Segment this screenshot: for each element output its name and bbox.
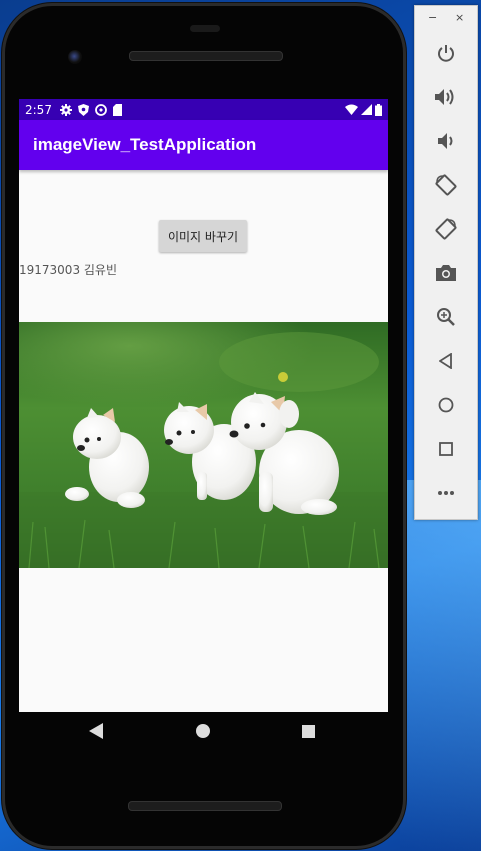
student-id-text: 19173003 김유빈 [19, 263, 118, 277]
zoom-button[interactable] [431, 302, 461, 332]
power-button[interactable] [431, 38, 461, 68]
signal-icon [361, 104, 372, 115]
settings-icon [59, 103, 72, 116]
bottom-speaker [128, 801, 282, 811]
back-button[interactable] [431, 346, 461, 376]
zoom-icon [437, 308, 455, 326]
close-button[interactable]: × [455, 11, 464, 24]
rotate-right-button[interactable] [431, 214, 461, 244]
data-saver-icon [95, 103, 107, 116]
power-icon [438, 45, 454, 62]
overview-button[interactable] [431, 434, 461, 464]
front-camera [68, 50, 82, 64]
home-nav-icon[interactable] [196, 724, 210, 738]
back-icon [439, 353, 452, 369]
status-time: 2:57 [25, 102, 52, 117]
puppy-image [19, 322, 388, 568]
overview-icon [439, 442, 453, 456]
volume-down-icon [438, 133, 453, 149]
sd-card-icon [112, 103, 122, 116]
more-icon [438, 491, 454, 495]
change-image-button[interactable]: 이미지 바꾸기 [159, 220, 247, 252]
rotate-right-icon [435, 218, 457, 240]
device-screen: 2:57 imageView_TestApplication 이미지 바꾸기 1… [19, 99, 388, 712]
back-nav-icon[interactable] [89, 723, 103, 739]
navigation-bar [19, 712, 388, 752]
wifi-icon [345, 104, 358, 115]
volume-up-button[interactable] [431, 82, 461, 112]
status-bar: 2:57 [19, 99, 388, 120]
battery-icon [375, 103, 382, 116]
camera-icon [436, 265, 456, 281]
home-icon [438, 397, 454, 413]
more-button[interactable] [431, 478, 461, 508]
home-button[interactable] [431, 390, 461, 420]
overview-nav-icon[interactable] [302, 725, 315, 738]
rotate-left-icon [435, 174, 457, 196]
minimize-button[interactable]: − [428, 11, 437, 24]
emulator-toolbar: − × [414, 5, 478, 520]
earpiece-speaker [129, 51, 283, 61]
phone-top-notch [190, 25, 220, 32]
rotate-left-button[interactable] [431, 170, 461, 200]
volume-up-icon [435, 89, 454, 105]
volume-down-button[interactable] [431, 126, 461, 156]
screenshot-button[interactable] [431, 258, 461, 288]
desktop-background [400, 480, 481, 851]
app-bar: imageView_TestApplication [19, 120, 388, 170]
shield-icon [77, 103, 89, 116]
app-title: imageView_TestApplication [33, 135, 257, 154]
